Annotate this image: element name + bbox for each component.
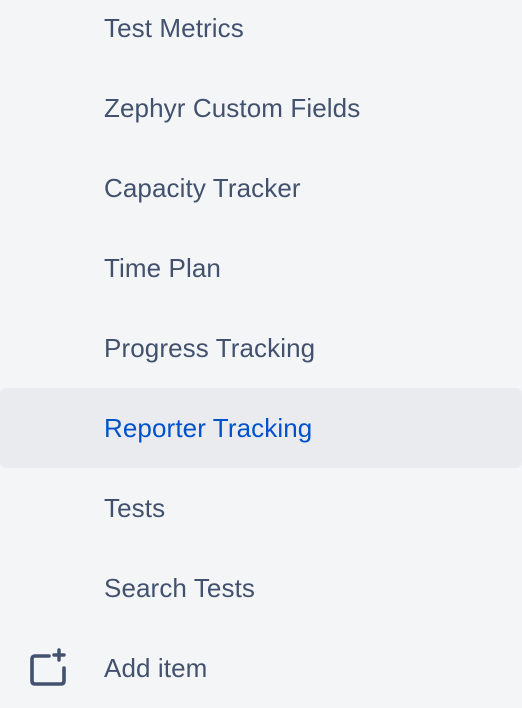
project-sidebar-nav: Test Metrics Zephyr Custom Fields Capaci… bbox=[0, 0, 522, 702]
sidebar-item-label: Capacity Tracker bbox=[104, 172, 301, 203]
sidebar-item-time-plan[interactable]: Time Plan bbox=[0, 228, 522, 308]
sidebar-item-reporter-tracking[interactable]: Reporter Tracking bbox=[0, 388, 522, 468]
sidebar-item-test-metrics[interactable]: Test Metrics bbox=[0, 0, 522, 68]
sidebar-item-label: Zephyr Custom Fields bbox=[104, 92, 361, 123]
sidebar-item-label: Search Tests bbox=[104, 572, 256, 603]
sidebar-item-tests[interactable]: Tests bbox=[0, 468, 522, 548]
sidebar-item-label: Time Plan bbox=[104, 252, 221, 283]
sidebar-item-search-tests[interactable]: Search Tests bbox=[0, 548, 522, 628]
sidebar-item-label: Tests bbox=[104, 492, 166, 523]
add-item-button[interactable]: Add item bbox=[0, 628, 522, 708]
sidebar-item-zephyr-custom-fields[interactable]: Zephyr Custom Fields bbox=[0, 68, 522, 148]
sidebar-item-label: Reporter Tracking bbox=[104, 412, 313, 443]
sidebar-item-capacity-tracker[interactable]: Capacity Tracker bbox=[0, 148, 522, 228]
sidebar-item-progress-tracking[interactable]: Progress Tracking bbox=[0, 308, 522, 388]
sidebar-item-label: Progress Tracking bbox=[104, 332, 316, 363]
add-item-label: Add item bbox=[104, 652, 208, 683]
add-item-icon bbox=[28, 648, 68, 688]
sidebar-item-label: Test Metrics bbox=[104, 12, 244, 43]
